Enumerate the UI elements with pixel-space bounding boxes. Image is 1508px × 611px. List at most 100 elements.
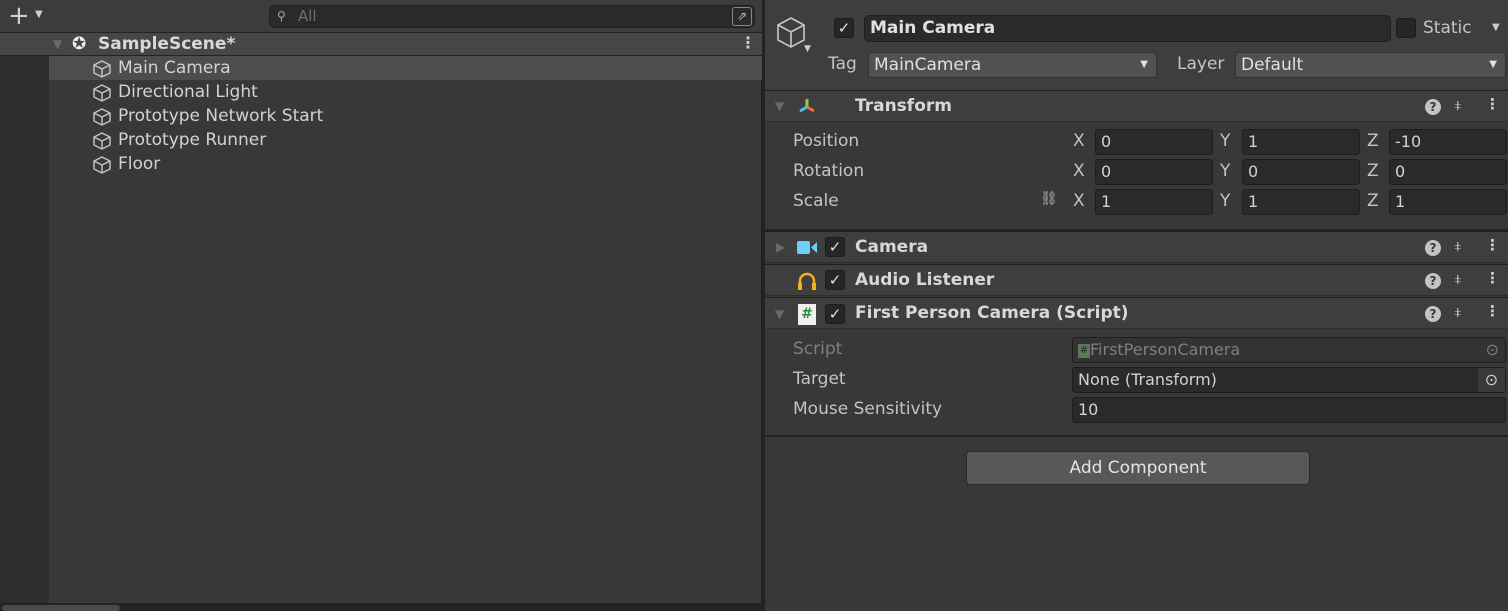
unity-scene-icon: ✪: [72, 34, 87, 54]
search-placeholder: All: [298, 7, 317, 25]
search-icon: ⚲: [277, 9, 286, 23]
help-icon[interactable]: ?: [1425, 273, 1441, 289]
static-label: Static: [1423, 18, 1472, 38]
tag-value: MainCamera: [874, 55, 982, 75]
scale-y-input[interactable]: 1: [1242, 189, 1360, 215]
axis-label-x: X: [1073, 131, 1085, 151]
transform-header[interactable]: ▼ Transform ? ⧧ ⋮: [765, 90, 1508, 122]
chevron-down-icon: ▼: [1140, 59, 1148, 70]
position-y-input[interactable]: 1: [1242, 129, 1360, 155]
script-value: FirstPersonCamera: [1090, 340, 1241, 359]
active-checkbox[interactable]: ✓: [834, 18, 854, 38]
list-item-prototype-runner[interactable]: Prototype Runner: [49, 128, 762, 152]
object-name-input[interactable]: Main Camera: [864, 15, 1391, 42]
axis-label-z: Z: [1367, 191, 1379, 211]
axis-label-y: Y: [1220, 191, 1231, 211]
more-options-icon[interactable]: ⋮: [1485, 302, 1500, 320]
presets-icon[interactable]: ⧧: [1454, 270, 1462, 288]
script-field: # FirstPersonCamera ⊙: [1072, 337, 1506, 363]
script-enabled-checkbox[interactable]: ✓: [825, 304, 845, 324]
rotation-z-input[interactable]: 0: [1389, 159, 1507, 185]
transform-icon: [799, 99, 815, 113]
layer-dropdown[interactable]: Default ▼: [1235, 52, 1506, 78]
layer-label: Layer: [1177, 54, 1225, 74]
component-title: Audio Listener: [855, 270, 995, 290]
rotation-x-input[interactable]: 0: [1095, 159, 1213, 185]
expand-arrow-icon[interactable]: ▼: [53, 37, 62, 51]
separator: [765, 229, 1508, 231]
camera-enabled-checkbox[interactable]: ✓: [825, 237, 845, 257]
csharp-script-icon: #: [1078, 343, 1090, 358]
help-icon[interactable]: ?: [1425, 306, 1441, 322]
chevron-down-icon: ▼: [1489, 59, 1497, 70]
csharp-script-icon: #: [798, 304, 816, 325]
camera-icon: [797, 241, 817, 254]
icon-dropdown-arrow-icon[interactable]: ▼: [804, 44, 811, 54]
object-picker-icon[interactable]: ⊙: [1478, 368, 1505, 392]
static-dropdown-icon[interactable]: ▼: [1492, 22, 1500, 33]
plus-icon[interactable]: +: [8, 1, 30, 31]
axis-label-x: X: [1073, 161, 1085, 181]
list-item-main-camera[interactable]: Main Camera: [49, 56, 762, 80]
presets-icon[interactable]: ⧧: [1454, 96, 1462, 114]
hierarchy-panel: + ▼ ⚲ All ⇗ ▼ ✪ SampleScene* ⋮ Main Came…: [0, 0, 762, 611]
presets-icon[interactable]: ⧧: [1454, 303, 1462, 321]
item-label: Main Camera: [118, 58, 231, 78]
position-label: Position: [793, 131, 860, 151]
mouse-sensitivity-label: Mouse Sensitivity: [793, 399, 943, 419]
position-x-input[interactable]: 0: [1095, 129, 1213, 155]
mouse-sensitivity-input[interactable]: 10: [1072, 397, 1506, 423]
item-label: Directional Light: [118, 82, 258, 102]
static-checkbox[interactable]: [1396, 18, 1416, 38]
gameobject-cube-icon: [93, 84, 111, 102]
rotation-label: Rotation: [793, 161, 865, 181]
more-options-icon[interactable]: ⋮: [1485, 269, 1500, 287]
scale-x-input[interactable]: 1: [1095, 189, 1213, 215]
help-icon[interactable]: ?: [1425, 240, 1441, 256]
component-title: First Person Camera (Script): [855, 303, 1129, 323]
more-options-icon[interactable]: ⋮: [1485, 236, 1500, 254]
more-options-icon[interactable]: ⋮: [1485, 95, 1500, 113]
presets-icon[interactable]: ⧧: [1454, 237, 1462, 255]
collapse-arrow-icon[interactable]: ▼: [775, 99, 784, 113]
target-label: Target: [793, 369, 846, 389]
collapse-arrow-icon[interactable]: ▼: [775, 307, 784, 321]
constrain-proportions-icon[interactable]: ⛓: [1040, 191, 1058, 207]
script-header[interactable]: ▼ # ✓ First Person Camera (Script) ? ⧧ ⋮: [765, 297, 1508, 329]
item-label: Prototype Runner: [118, 130, 267, 150]
tag-dropdown[interactable]: MainCamera ▼: [868, 52, 1157, 78]
list-item-floor[interactable]: Floor: [49, 152, 762, 176]
list-item-prototype-network-start[interactable]: Prototype Network Start: [49, 104, 762, 128]
item-label: Floor: [118, 154, 161, 174]
horizontal-scrollbar[interactable]: [0, 603, 762, 611]
headphones-icon: [798, 272, 816, 290]
object-header: ▼ ✓ Main Camera Static ▼ Tag MainCamera ▼…: [765, 0, 1508, 90]
chevron-down-icon[interactable]: ▼: [35, 9, 43, 20]
target-field[interactable]: None (Transform) ⊙: [1072, 367, 1506, 393]
rotation-y-input[interactable]: 0: [1242, 159, 1360, 185]
inspector-panel: ▼ ✓ Main Camera Static ▼ Tag MainCamera ▼…: [765, 0, 1508, 611]
help-icon[interactable]: ?: [1425, 99, 1441, 115]
audio-listener-header[interactable]: ✓ Audio Listener ? ⧧ ⋮: [765, 264, 1508, 296]
open-window-icon[interactable]: ⇗: [732, 7, 752, 26]
camera-header[interactable]: ▶ ✓ Camera ? ⧧ ⋮: [765, 231, 1508, 263]
audio-enabled-checkbox[interactable]: ✓: [825, 270, 845, 290]
gameobject-icon[interactable]: [775, 16, 807, 50]
more-options-icon[interactable]: ⋮: [740, 33, 756, 52]
item-label: Prototype Network Start: [118, 106, 324, 126]
target-value: None (Transform): [1078, 370, 1217, 389]
scene-name: SampleScene*: [98, 34, 236, 54]
gameobject-cube-icon: [93, 132, 111, 150]
search-input[interactable]: ⚲ All ⇗: [269, 5, 755, 28]
script-label: Script: [793, 339, 843, 359]
component-title: Camera: [855, 237, 929, 257]
hierarchy-gutter: [0, 56, 49, 604]
scale-z-input[interactable]: 1: [1389, 189, 1507, 215]
expand-arrow-icon[interactable]: ▶: [776, 240, 785, 254]
add-component-button[interactable]: Add Component: [966, 451, 1310, 485]
position-z-input[interactable]: -10: [1389, 129, 1507, 155]
scene-row[interactable]: ▼ ✪ SampleScene* ⋮: [0, 33, 762, 56]
scrollbar-thumb[interactable]: [2, 605, 120, 611]
list-item-directional-light[interactable]: Directional Light: [49, 80, 762, 104]
axis-label-y: Y: [1220, 131, 1231, 151]
